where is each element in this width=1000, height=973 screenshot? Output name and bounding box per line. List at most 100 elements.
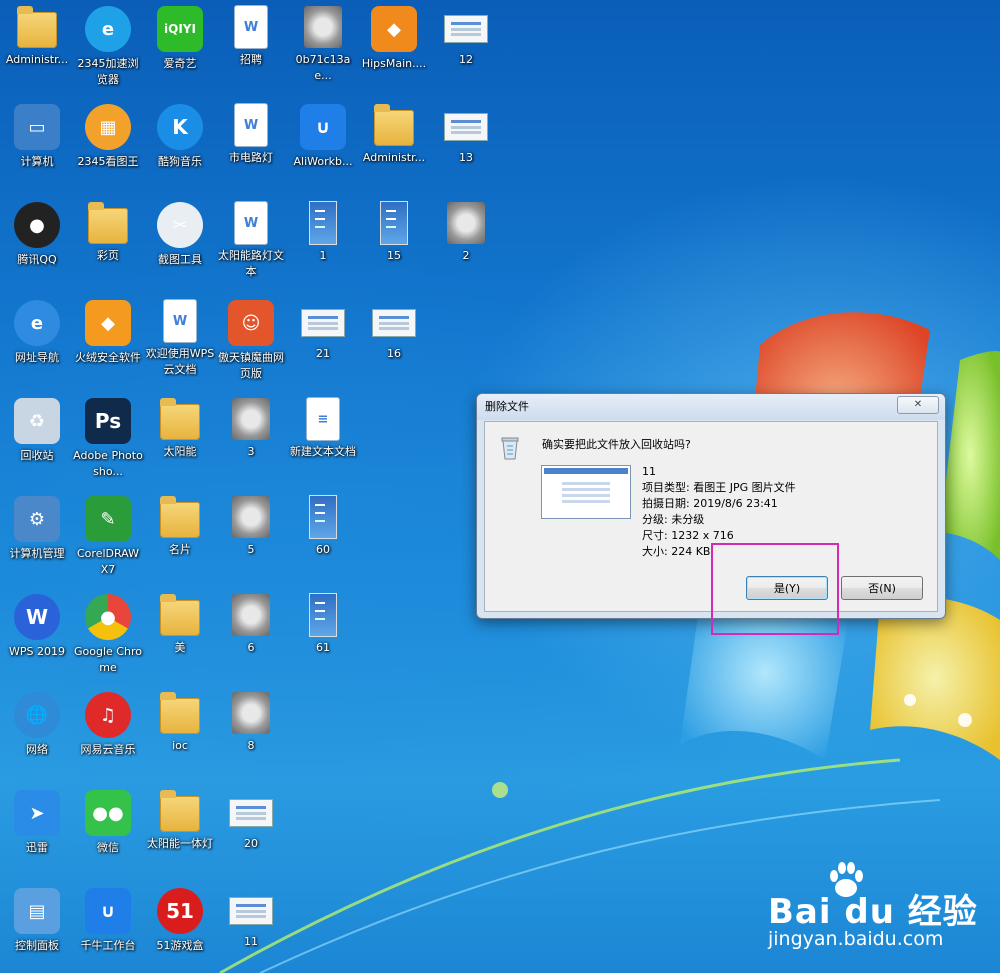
desktop-icon-label: 网络: [26, 743, 48, 756]
desktop-icon[interactable]: 20: [214, 786, 288, 852]
desktop-icon-label: 2: [462, 249, 470, 262]
desktop-icon[interactable]: ∪ 千牛工作台: [71, 884, 145, 954]
desktop-icon-label: 12: [459, 53, 473, 66]
folder-icon: [160, 398, 200, 440]
desktop-icon[interactable]: e 2345加速浏览器: [71, 2, 145, 88]
dialog-title[interactable]: 删除文件: [477, 394, 945, 420]
desktop-icon-label: 太阳能路灯文本: [218, 249, 284, 278]
user-folder-icon: [17, 6, 57, 48]
desktop-icon[interactable]: 15: [357, 198, 431, 264]
huorong-icon: ◆: [85, 300, 131, 346]
file-name: 11: [642, 465, 656, 478]
desktop-icon[interactable]: 太阳能一体灯: [143, 786, 217, 852]
aliworkbench-icon: ∪: [300, 104, 346, 150]
desktop-icon[interactable]: 🌐 网络: [0, 688, 74, 758]
watermark-brand: Bai du 经验: [768, 892, 978, 932]
desktop-icon[interactable]: ➤ 迅雷: [0, 786, 74, 856]
desktop-icon[interactable]: 12: [429, 2, 503, 68]
desktop-icon[interactable]: ∪ AliWorkb...: [286, 100, 360, 170]
desktop-icon[interactable]: W 市电路灯: [214, 100, 288, 166]
desktop-icon[interactable]: Administr...: [357, 100, 431, 166]
dialog-close-button[interactable]: ✕: [897, 396, 939, 414]
desktop-icon[interactable]: 51 51游戏盒: [143, 884, 217, 954]
desktop-icon[interactable]: iQIYI 爱奇艺: [143, 2, 217, 72]
screenshot-thumb-icon: [302, 310, 344, 336]
desktop-icon-label: 20: [244, 837, 258, 850]
ie-icon: e: [14, 300, 60, 346]
desktop-icon-label: 名片: [169, 543, 191, 556]
desktop-icon[interactable]: Ps Adobe Photosho...: [71, 394, 145, 480]
desktop-icon[interactable]: ♻ 回收站: [0, 394, 74, 464]
desktop-icon-label: 51游戏盒: [156, 939, 204, 952]
desktop-icon[interactable]: W WPS 2019: [0, 590, 74, 660]
no-button[interactable]: 否(N): [841, 576, 923, 600]
desktop-icon-label: 1: [319, 249, 327, 262]
desktop-icon[interactable]: ▦ 2345看图王: [71, 100, 145, 170]
desktop-icon[interactable]: 6: [214, 590, 288, 656]
desktop-icon[interactable]: 5: [214, 492, 288, 558]
desktop-icon[interactable]: 13: [429, 100, 503, 166]
desktop-icon[interactable]: 0b71c13ae...: [286, 2, 360, 84]
desktop-icon[interactable]: ✎ CorelDRAW X7: [71, 492, 145, 578]
file-rating: 分级: 未分级: [642, 513, 705, 526]
folder-icon: [88, 202, 128, 244]
desktop-icon-label: 酷狗音乐: [158, 155, 202, 168]
kugou-icon: K: [157, 104, 203, 150]
desktop-icon-label: 千牛工作台: [80, 939, 136, 952]
screenshot-thumb-icon: [230, 898, 272, 924]
desktop-icon[interactable]: ✂ 截图工具: [143, 198, 217, 268]
desktop-icon-label: 61: [316, 641, 330, 654]
baidu-jingyan-watermark: Bai du 经验 jingyan.baidu.com: [768, 862, 988, 962]
desktop-icon[interactable]: ☺ 傲天镇魔曲网页版: [214, 296, 288, 382]
desktop-icon[interactable]: ◆ HipsMain....: [357, 2, 431, 72]
desktop-icon-label: 网址导航: [15, 351, 59, 364]
desktop-icon[interactable]: 美: [143, 590, 217, 656]
desktop-icon[interactable]: 11: [214, 884, 288, 950]
desktop-icon[interactable]: 60: [286, 492, 360, 558]
wps-doc-icon: W: [235, 104, 267, 146]
desktop-icon[interactable]: 16: [357, 296, 431, 362]
image-viewer-icon: ▦: [85, 104, 131, 150]
folder-icon: [160, 692, 200, 734]
file-type: 项目类型: 看图王 JPG 图片文件: [642, 481, 796, 494]
desktop-icon[interactable]: ◆ 火绒安全软件: [71, 296, 145, 366]
desktop-icon[interactable]: 名片: [143, 492, 217, 558]
desktop-icon-label: 欢迎使用WPS云文档: [145, 347, 215, 376]
image-thumb-icon: [304, 6, 342, 48]
desktop-icon[interactable]: 8: [214, 688, 288, 754]
desktop-icon[interactable]: 21: [286, 296, 360, 362]
desktop-icon[interactable]: 1: [286, 198, 360, 264]
desktop-icon-label: 2345加速浏览器: [77, 57, 139, 86]
desktop-icon[interactable]: ● Google Chrome: [71, 590, 145, 676]
desktop-icon[interactable]: ▭ 计算机: [0, 100, 74, 170]
desktop-icon[interactable]: W 太阳能路灯文本: [214, 198, 288, 280]
qianniu-icon: ∪: [85, 888, 131, 934]
desktop-icon[interactable]: ●● 微信: [71, 786, 145, 856]
desktop-icon[interactable]: W 欢迎使用WPS云文档: [143, 296, 217, 378]
photo-thumb-icon: [232, 398, 270, 440]
desktop-icon-label: WPS 2019: [9, 645, 65, 658]
desktop-icon[interactable]: ▤ 控制面板: [0, 884, 74, 954]
desktop-icon[interactable]: ≡ 新建文本文档: [286, 394, 360, 460]
desktop-icon-label: 市电路灯: [229, 151, 273, 164]
desktop-icon-label: AliWorkb...: [293, 155, 353, 168]
desktop-icon-label: 6: [247, 641, 255, 654]
game-box-51-icon: 51: [157, 888, 203, 934]
desktop-icon[interactable]: 61: [286, 590, 360, 656]
desktop-icon[interactable]: e 网址导航: [0, 296, 74, 366]
desktop-icon[interactable]: ioc: [143, 688, 217, 754]
desktop-icon[interactable]: W 招聘: [214, 2, 288, 68]
qq-icon: ●: [14, 202, 60, 248]
desktop-icon[interactable]: 2: [429, 198, 503, 264]
desktop-icon[interactable]: 太阳能: [143, 394, 217, 460]
desktop-icon[interactable]: K 酷狗音乐: [143, 100, 217, 170]
desktop-icon[interactable]: 彩页: [71, 198, 145, 264]
desktop-icon[interactable]: ♫ 网易云音乐: [71, 688, 145, 758]
desktop-icon[interactable]: Administr...: [0, 2, 74, 68]
desktop-icon[interactable]: ● 腾讯QQ: [0, 198, 74, 268]
netease-music-icon: ♫: [85, 692, 131, 738]
desktop-icon[interactable]: ⚙ 计算机管理: [0, 492, 74, 562]
photoshop-icon: Ps: [85, 398, 131, 444]
photo-thumb-icon: [232, 496, 270, 538]
desktop-icon[interactable]: 3: [214, 394, 288, 460]
